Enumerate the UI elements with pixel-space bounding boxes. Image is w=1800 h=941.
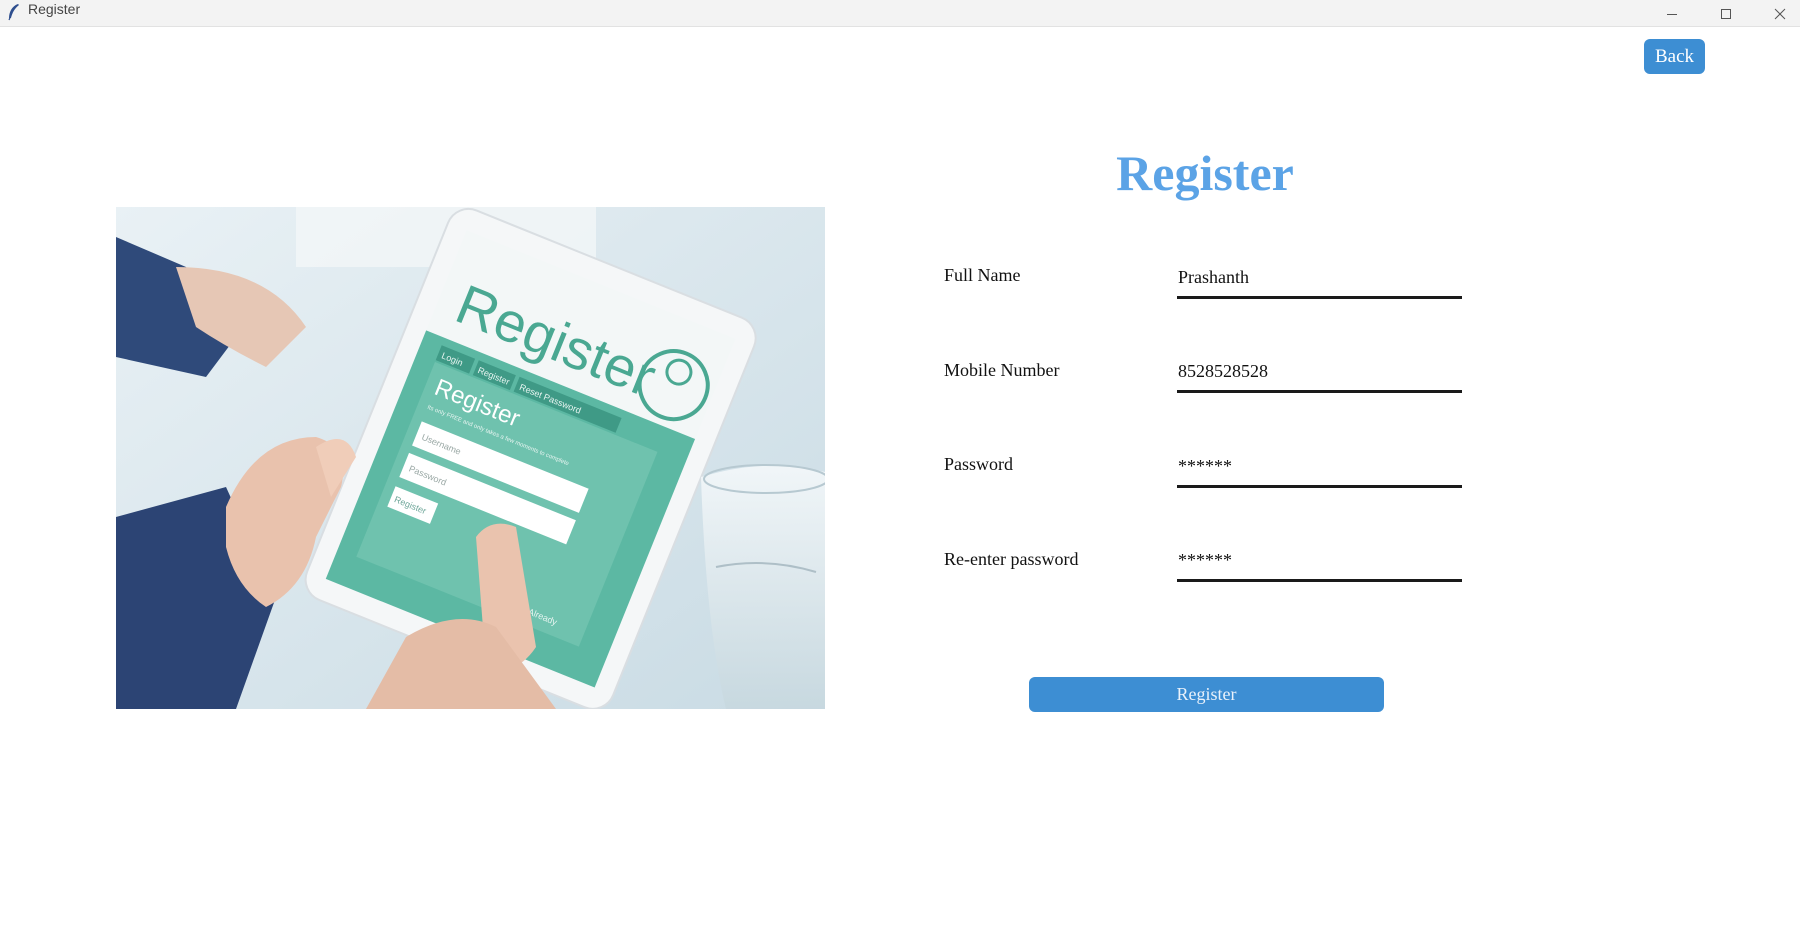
window-titlebar: Register (0, 0, 1800, 27)
maximize-icon (1721, 8, 1731, 19)
minimize-icon (1667, 13, 1677, 15)
mobile-number-input[interactable] (1177, 354, 1462, 393)
mobile-number-label: Mobile Number (944, 360, 1060, 380)
close-icon (1774, 8, 1786, 19)
register-illustration: Register Login Register Reset Password R… (116, 207, 825, 709)
window-title: Register (28, 1, 81, 17)
feather-icon (8, 4, 19, 21)
reenter-password-input[interactable] (1177, 543, 1462, 582)
password-input[interactable] (1177, 449, 1462, 488)
maximize-button[interactable] (1699, 0, 1753, 27)
reenter-password-label: Re-enter password (944, 549, 1079, 569)
register-button[interactable]: Register (1029, 677, 1384, 712)
full-name-input[interactable] (1177, 260, 1462, 299)
minimize-button[interactable] (1645, 0, 1699, 27)
tablet-photo: Register Login Register Reset Password R… (116, 207, 825, 709)
close-button[interactable] (1753, 0, 1800, 27)
password-label: Password (944, 454, 1014, 474)
back-button[interactable]: Back (1644, 39, 1705, 74)
full-name-label: Full Name (944, 265, 1021, 285)
page-title: Register (1116, 145, 1294, 201)
